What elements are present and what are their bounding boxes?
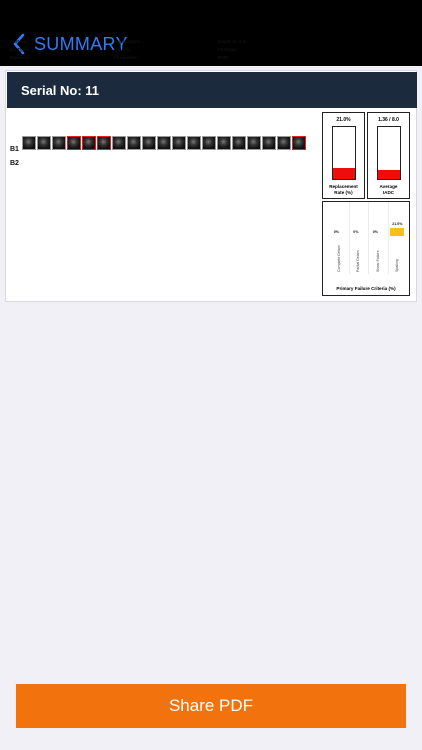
- replacement-rate-caption: Replacement Rate (%): [329, 184, 358, 195]
- info-depth-in: Depth In: 0.0: [218, 39, 246, 44]
- cutter-image[interactable]: [247, 136, 261, 150]
- failure-value-label: 0%: [333, 230, 339, 234]
- replacement-rate-value: 21.0%: [336, 117, 351, 123]
- failure-category-label: Shear Failure: [375, 250, 380, 272]
- info-bit-type: Bit Type:: [10, 47, 30, 52]
- info-operator: Operator:: [10, 55, 31, 60]
- replacement-rate-fill: [333, 168, 355, 179]
- cutter-image[interactable]: [22, 136, 36, 150]
- cutter-image[interactable]: [277, 136, 291, 150]
- cutter-image[interactable]: [232, 136, 246, 150]
- info-formation: Formation:: [114, 55, 138, 60]
- failure-category-label: Complete Delam: [336, 245, 341, 272]
- share-pdf-label: Share PDF: [168, 696, 254, 715]
- cutter-image[interactable]: [127, 136, 141, 150]
- card-header: Serial No: 11: [7, 72, 417, 108]
- failure-bar: [390, 227, 405, 236]
- average-iadc-fill: [378, 170, 400, 179]
- nav-bar: SUMMARY: [0, 0, 422, 66]
- row-label-b2: B2: [10, 160, 19, 167]
- info-column-2: Application: County: Formation:: [114, 38, 141, 62]
- chart-gridline: [368, 202, 369, 274]
- failure-value-label: 21.0%: [392, 221, 403, 226]
- chart-gridline: [348, 202, 350, 274]
- info-column-3: Depth In: 0.0 Footage: ROP:: [218, 38, 246, 62]
- failure-category-label: Partial Delam: [356, 250, 361, 272]
- cutter-strip-b1: [22, 136, 307, 150]
- cutter-image[interactable]: [142, 136, 156, 150]
- info-part-no: Part No:: [10, 39, 28, 44]
- cutter-image[interactable]: [97, 136, 111, 150]
- cutter-image[interactable]: [262, 136, 276, 150]
- cutter-image[interactable]: [187, 136, 201, 150]
- average-iadc-value: 1.36 / 8.0: [378, 117, 399, 123]
- cutter-image[interactable]: [217, 136, 231, 150]
- replacement-rate-panel: 21.0% Replacement Rate (%): [322, 112, 365, 199]
- failure-value-label: 0%: [372, 230, 378, 234]
- cutter-image[interactable]: [52, 136, 66, 150]
- failure-category-label: Spalling: [395, 259, 400, 272]
- info-column-1: Part No: Bit Type: Operator:: [10, 38, 31, 62]
- info-rop: ROP:: [218, 55, 230, 60]
- share-pdf-button[interactable]: Share PDF: [16, 684, 406, 728]
- cutter-image[interactable]: [82, 136, 96, 150]
- failure-value-label: 0%: [353, 230, 359, 234]
- cutter-image[interactable]: [202, 136, 216, 150]
- info-county: County:: [114, 47, 132, 52]
- cutter-image[interactable]: [292, 136, 306, 150]
- average-iadc-gauge: [377, 126, 401, 180]
- info-application: Application:: [114, 39, 141, 44]
- cutter-image[interactable]: [157, 136, 171, 150]
- average-iadc-panel: 1.36 / 8.0 Average IADC: [367, 112, 410, 199]
- serial-title: Serial No: 11: [21, 83, 100, 98]
- cutter-image[interactable]: [172, 136, 186, 150]
- cutter-image[interactable]: [37, 136, 51, 150]
- chart-gridline: [387, 202, 389, 274]
- failure-criteria-chart: 0% Complete Delam 0% Partial Delam 0% Shear F…: [329, 202, 407, 274]
- failure-criteria-title: Primary Failure Criteria (%): [336, 286, 396, 291]
- replacement-rate-gauge: [332, 126, 356, 180]
- cutter-image[interactable]: [67, 136, 81, 150]
- average-iadc-caption: Average IADC: [379, 184, 398, 195]
- info-footage: Footage:: [218, 47, 238, 52]
- row-label-b1: B1: [10, 146, 19, 153]
- cutter-image[interactable]: [112, 136, 126, 150]
